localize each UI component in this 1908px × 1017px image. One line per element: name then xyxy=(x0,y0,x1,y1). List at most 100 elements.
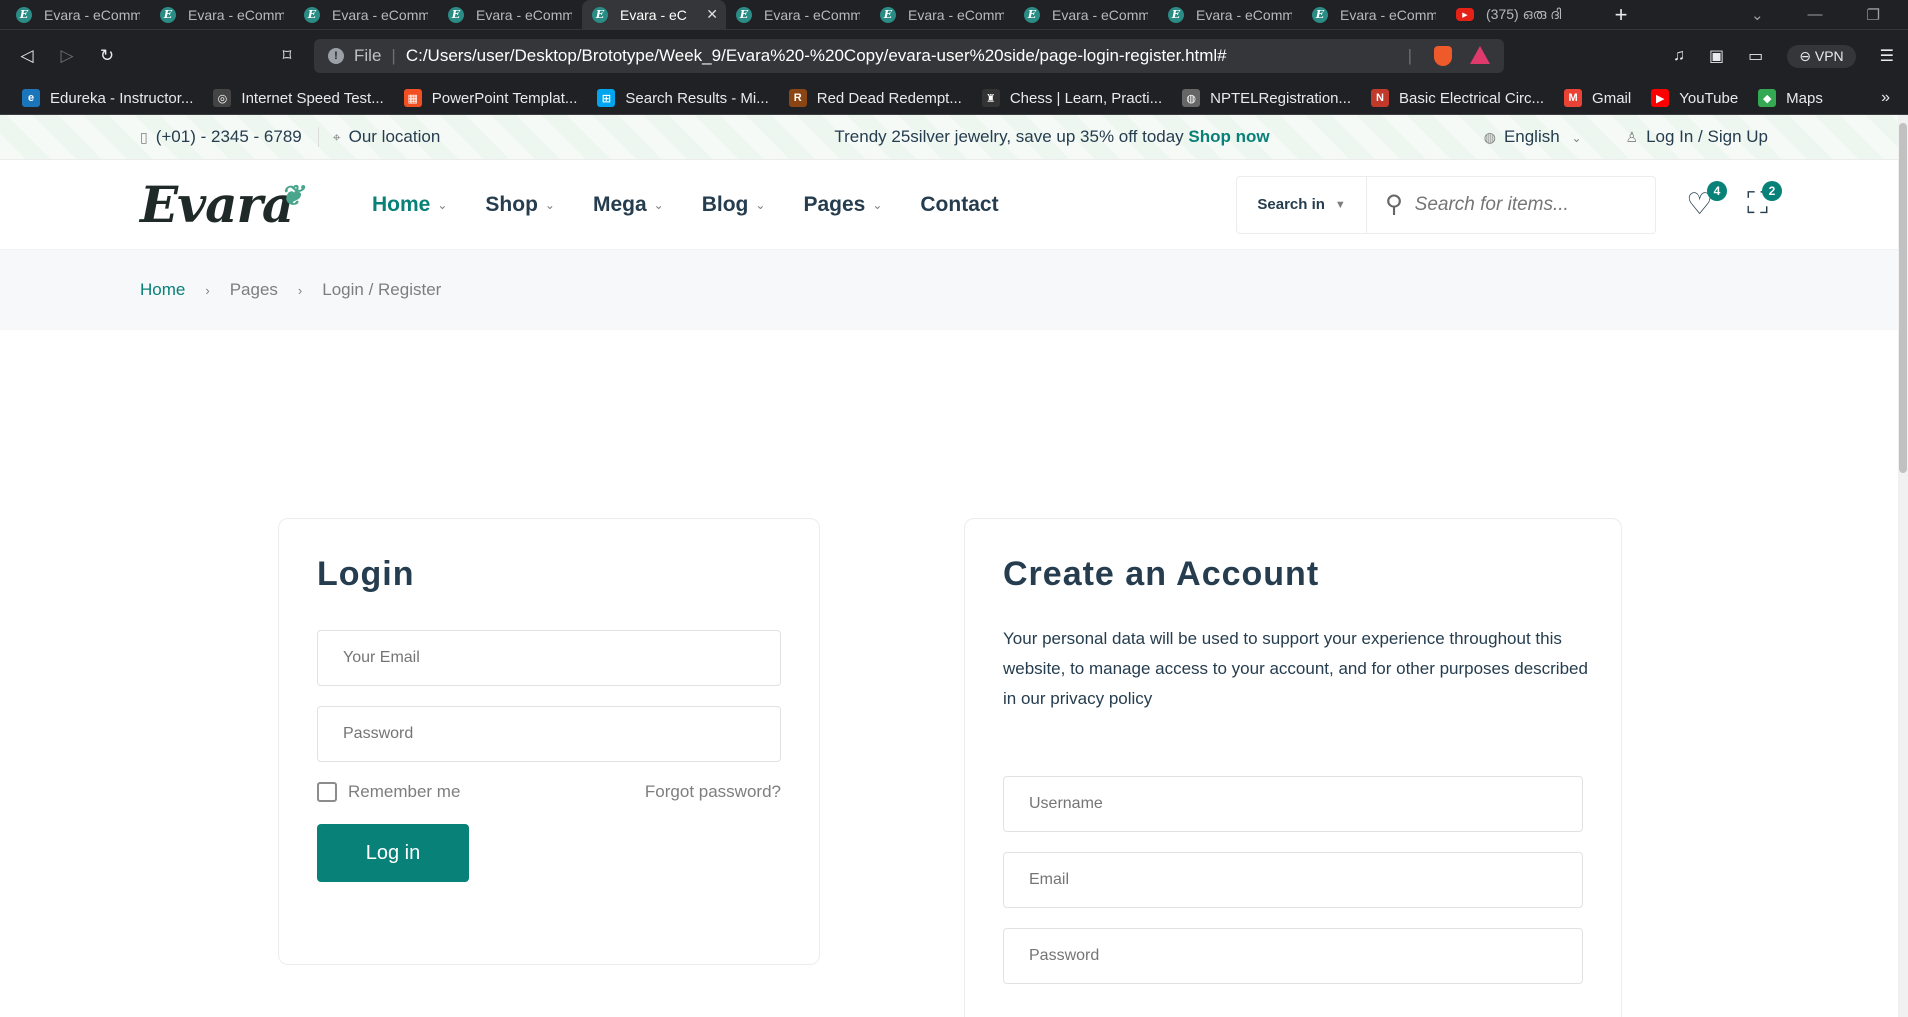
maximize-icon[interactable]: ❐ xyxy=(1867,6,1880,24)
remember-me-checkbox[interactable]: Remember me xyxy=(317,782,460,802)
menu-item-pages[interactable]: Pages ⌄ xyxy=(803,193,882,217)
language-selector[interactable]: ◍ English ⌄ xyxy=(1484,127,1582,147)
bookmark-favicon-icon: ♜ xyxy=(981,89,1000,107)
brave-rewards-icon[interactable] xyxy=(1470,46,1490,64)
menu-item-label: Mega xyxy=(592,192,647,216)
evara-favicon-icon: E xyxy=(736,6,752,23)
tab-label: Evara - eComm xyxy=(188,6,284,23)
browser-tab[interactable]: E Evara - eComm xyxy=(1014,0,1158,29)
browser-tab[interactable]: E Evara - eComm xyxy=(150,0,294,29)
info-icon[interactable]: ! xyxy=(328,48,344,64)
close-tab-icon[interactable]: ✕ xyxy=(706,6,718,23)
register-password-input[interactable] xyxy=(1003,928,1583,984)
media-icon[interactable]: ♫ xyxy=(1673,47,1685,65)
menu-item-label: Home xyxy=(372,192,431,216)
bookmark-favicon-icon: ◎ xyxy=(213,89,232,107)
menu-icon[interactable]: ☰ xyxy=(1880,46,1894,66)
menu-item-label: Blog xyxy=(701,192,749,216)
location-link[interactable]: ⌖ Our location xyxy=(333,127,441,147)
vpn-button[interactable]: ⊖ VPN xyxy=(1787,44,1856,68)
bookmark-item[interactable]: R Red Dead Redempt... xyxy=(779,89,972,107)
tab-label: Evara - eComm xyxy=(1052,6,1148,23)
bookmark-item[interactable]: N Basic Electrical Circ... xyxy=(1361,89,1554,107)
menu-item-blog[interactable]: Blog ⌄ xyxy=(702,193,766,217)
browser-tab[interactable]: E Evara - eComm xyxy=(438,0,582,29)
site-logo[interactable]: Evara ❦ xyxy=(140,175,372,234)
browser-tab[interactable]: E Evara - eComm xyxy=(294,0,438,29)
register-card: Create an Account Your personal data wil… xyxy=(964,518,1622,1017)
menu-item-home[interactable]: Home ⌄ xyxy=(372,193,447,217)
wallet-icon[interactable]: ▭ xyxy=(1748,46,1763,66)
address-bar[interactable]: ! File | C:/Users/user/Desktop/Brototype… xyxy=(314,39,1504,73)
browser-tab[interactable]: E Evara - eComm xyxy=(6,0,150,29)
bookmark-item[interactable]: ◎ Internet Speed Test... xyxy=(203,89,393,107)
page-viewport: ▯ (+01) - 2345 - 6789 ⌖ Our location Trend… xyxy=(0,115,1908,1017)
url-separator: | xyxy=(391,46,396,65)
youtube-favicon-icon: ▶ xyxy=(1456,8,1474,21)
login-email-input[interactable] xyxy=(317,630,781,686)
browser-tab[interactable]: E Evara - eComm xyxy=(870,0,1014,29)
bookmark-label: PowerPoint Templat... xyxy=(431,89,578,107)
browser-tab[interactable]: E Evara - eComm xyxy=(1302,0,1446,29)
evara-favicon-icon: E xyxy=(16,6,32,23)
bookmarks-bar: e Edureka - Instructor... ◎ Internet Speed … xyxy=(0,82,1908,115)
page-scrollbar[interactable] xyxy=(1898,115,1908,1017)
bookmark-favicon-icon: ⊞ xyxy=(597,89,616,107)
forward-icon[interactable]: ▷ xyxy=(54,46,80,66)
search-category-select[interactable]: Search in ▼ xyxy=(1237,176,1368,233)
promo-shop-link[interactable]: Shop now xyxy=(1188,127,1269,146)
browser-tab[interactable]: E Evara - eComm xyxy=(1158,0,1302,29)
scrollbar-thumb[interactable] xyxy=(1899,123,1907,473)
logo-text: Evara xyxy=(140,175,294,234)
search-input[interactable] xyxy=(1414,193,1635,216)
bookmark-label: Chess | Learn, Practi... xyxy=(1009,89,1163,107)
back-icon[interactable]: ◁ xyxy=(14,46,40,66)
bookmark-icon[interactable]: ⌑ xyxy=(274,46,300,66)
evara-favicon-icon: E xyxy=(448,6,464,23)
sidebar-icon[interactable]: ▣ xyxy=(1709,46,1724,66)
login-signup-link[interactable]: ♙ Log In / Sign Up xyxy=(1626,127,1768,147)
bookmark-item[interactable]: ♜ Chess | Learn, Practi... xyxy=(972,89,1172,107)
menu-item-mega[interactable]: Mega ⌄ xyxy=(593,193,664,217)
menu-item-shop[interactable]: Shop ⌄ xyxy=(485,193,555,217)
register-username-input[interactable] xyxy=(1003,776,1583,832)
bookmark-item[interactable]: e Edureka - Instructor... xyxy=(12,89,203,107)
bookmark-item[interactable]: ▶ YouTube xyxy=(1641,89,1748,107)
register-email-input[interactable] xyxy=(1003,852,1583,908)
tab-search-icon[interactable]: ⌄ xyxy=(1751,6,1764,24)
cart-button[interactable]: ⛶ 2 xyxy=(1747,181,1782,222)
url-text[interactable]: C:/Users/user/Desktop/Brototype/Week_9/E… xyxy=(406,46,1408,66)
language-label: English xyxy=(1503,127,1560,146)
bookmark-label: Maps xyxy=(1786,89,1823,107)
reload-icon[interactable]: ↻ xyxy=(94,46,120,66)
minimize-icon[interactable]: — xyxy=(1808,6,1823,24)
login-password-input[interactable] xyxy=(317,706,781,762)
bookmark-favicon-icon: R xyxy=(788,89,807,107)
login-register-section: Login Remember me Forgot password? Log i… xyxy=(0,330,1908,1017)
bookmark-item[interactable]: ⊞ Search Results - Mi... xyxy=(587,89,778,107)
bookmark-item[interactable]: M Gmail xyxy=(1554,89,1641,107)
evara-favicon-icon: E xyxy=(304,6,320,23)
wishlist-button[interactable]: ♡ 4 xyxy=(1686,181,1727,222)
tab-label: Evara - eComm xyxy=(1196,6,1292,23)
bookmarks-overflow-icon[interactable]: » xyxy=(1881,89,1896,107)
bookmark-item[interactable]: ▦ PowerPoint Templat... xyxy=(394,89,588,107)
browser-tab[interactable]: E Evara - eComm xyxy=(726,0,870,29)
tab-label: Evara - eComm xyxy=(764,6,860,23)
checkbox-box[interactable] xyxy=(317,782,337,802)
menu-item-contact[interactable]: Contact xyxy=(920,193,998,217)
breadcrumb-home[interactable]: Home xyxy=(140,280,185,300)
bookmark-favicon-icon: ◍ xyxy=(1182,89,1201,107)
browser-tab[interactable]: E Evara - eC ✕ xyxy=(582,0,726,29)
new-tab-button[interactable]: + xyxy=(1606,2,1636,28)
tab-label: (375) ഒരു ദി xyxy=(1486,6,1562,22)
bookmark-item[interactable]: ◍ NPTELRegistration... xyxy=(1172,89,1361,107)
search-icon[interactable]: ⚲ xyxy=(1385,190,1403,219)
tab-label: Evara - eComm xyxy=(332,6,428,23)
forgot-password-link[interactable]: Forgot password? xyxy=(645,782,781,802)
browser-tab[interactable]: ▶ (375) ഒരു ദി xyxy=(1446,0,1590,29)
brave-shield-icon[interactable] xyxy=(1434,46,1452,66)
bookmark-item[interactable]: ◆ Maps xyxy=(1748,89,1833,107)
breadcrumb-pages[interactable]: Pages xyxy=(230,280,278,300)
login-button[interactable]: Log in xyxy=(317,824,469,882)
